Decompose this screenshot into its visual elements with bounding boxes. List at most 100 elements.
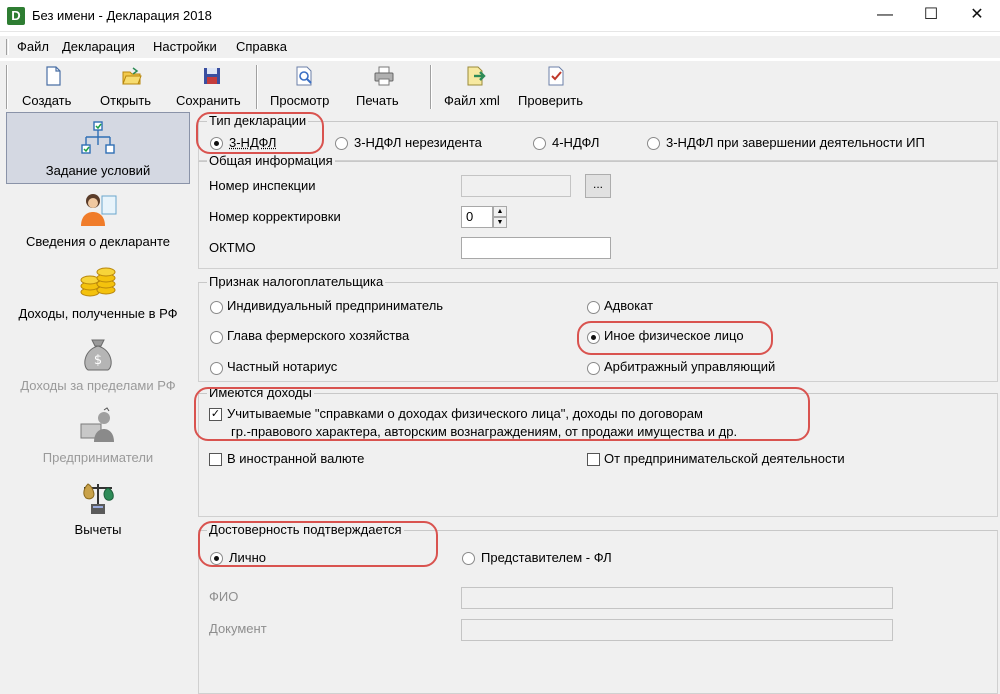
printer-icon <box>374 66 394 86</box>
maximize-button[interactable]: ☐ <box>908 0 954 32</box>
menu-grip <box>6 39 9 55</box>
decl-type-3ndfl-radio[interactable] <box>210 137 223 150</box>
menu-declaration[interactable]: Декларация <box>62 39 135 54</box>
open-label: Открыть <box>100 93 152 108</box>
menu-file[interactable]: Файл <box>17 39 49 54</box>
taxpayer-other-label[interactable]: Иное физическое лицо <box>604 328 744 343</box>
decl-type-nonresident-label[interactable]: 3-НДФЛ нерезидента <box>354 135 482 150</box>
decl-type-4ndfl-label[interactable]: 4-НДФЛ <box>552 135 599 150</box>
decl-type-3ndfl-label[interactable]: 3-НДФЛ <box>229 135 276 150</box>
close-button[interactable]: ✕ <box>954 0 1000 32</box>
sidebar-item-entrepreneurs[interactable]: Предприниматели <box>6 400 190 472</box>
entrepreneur-icon <box>80 407 114 442</box>
document-label: Документ <box>209 621 267 636</box>
correction-label: Номер корректировки <box>209 209 341 224</box>
sidebar-item-income-rf[interactable]: Доходы, полученные в РФ <box>6 256 190 328</box>
general-info-title: Общая информация <box>207 153 335 168</box>
floppy-disk-icon <box>204 68 220 84</box>
window-title: Без имени - Декларация 2018 <box>32 8 212 23</box>
open-button[interactable]: Открыть <box>100 65 164 111</box>
folder-open-icon <box>122 67 142 85</box>
xml-file-button[interactable]: Файл xml <box>444 65 508 111</box>
create-label: Создать <box>22 93 72 108</box>
sidebar-item-deductions[interactable]: Вычеты <box>6 472 190 544</box>
export-xml-icon <box>467 66 486 86</box>
inspection-browse-button[interactable]: ... <box>585 174 611 198</box>
check-button[interactable]: Проверить <box>518 65 594 111</box>
save-button[interactable]: Сохранить <box>176 65 248 111</box>
decl-type-nonresident-radio[interactable] <box>335 137 348 150</box>
business-income-label[interactable]: От предпринимательской деятельности <box>604 451 845 466</box>
correction-input[interactable]: 0 <box>461 206 493 228</box>
inspection-input[interactable] <box>461 175 571 197</box>
income-title: Имеются доходы <box>207 385 314 400</box>
menu-settings[interactable]: Настройки <box>153 39 217 54</box>
coins-icon <box>80 267 116 297</box>
income-group: Имеются доходы ✓ Учитываемые "справками … <box>198 385 998 517</box>
taxpayer-farmer-label[interactable]: Глава фермерского хозяйства <box>227 328 409 343</box>
decl-type-4ndfl-radio[interactable] <box>533 137 546 150</box>
person-icon <box>81 194 117 226</box>
confirm-personally-label[interactable]: Лично <box>229 550 266 565</box>
sidebar-item-label: Доходы, полученные в РФ <box>18 306 178 321</box>
toolbar-grip <box>6 65 8 109</box>
taxpayer-title: Признак налогоплательщика <box>207 274 386 289</box>
confirm-personally-radio[interactable] <box>210 552 223 565</box>
income-main-checkbox[interactable]: ✓ <box>209 408 222 421</box>
taxpayer-arbitration-label[interactable]: Арбитражный управляющий <box>604 359 775 374</box>
confirmation-title: Достоверность подтверждается <box>207 522 404 537</box>
sidebar-item-label: Сведения о декларанте <box>26 234 170 249</box>
tree-icon <box>81 121 115 154</box>
taxpayer-notary-radio[interactable] <box>210 362 223 375</box>
print-button[interactable]: Печать <box>356 65 412 111</box>
toolbar-separator <box>430 65 432 109</box>
foreign-currency-label[interactable]: В иностранной валюте <box>227 451 364 466</box>
verify-icon <box>548 66 564 86</box>
taxpayer-ip-radio[interactable] <box>210 301 223 314</box>
svg-text:$: $ <box>94 353 102 368</box>
confirmation-group: Достоверность подтверждается Лично Предс… <box>198 522 998 694</box>
title-bar: D Без имени - Декларация 2018 — ☐ ✕ <box>0 0 1000 32</box>
decl-type-ip-closing-radio[interactable] <box>647 137 660 150</box>
spin-down-button[interactable]: ▼ <box>493 217 507 228</box>
taxpayer-lawyer-radio[interactable] <box>587 301 600 314</box>
taxpayer-arbitration-radio[interactable] <box>587 362 600 375</box>
oktmo-input[interactable] <box>461 237 611 259</box>
decl-type-ip-closing-label[interactable]: 3-НДФЛ при завершении деятельности ИП <box>666 135 925 150</box>
taxpayer-notary-label[interactable]: Частный нотариус <box>227 359 337 374</box>
preview-icon <box>296 66 312 86</box>
sidebar: Задание условий Сведения о декларанте До… <box>0 110 194 694</box>
taxpayer-group: Признак налогоплательщика Индивидуальный… <box>198 274 998 382</box>
menu-bar: Файл Декларация Настройки Справка <box>0 36 1000 58</box>
spin-up-button[interactable]: ▲ <box>493 206 507 217</box>
preview-label: Просмотр <box>270 93 330 108</box>
sidebar-item-label: Доходы за пределами РФ <box>20 378 176 393</box>
xml-file-label: Файл xml <box>444 93 500 108</box>
income-main-label-line2[interactable]: гр.-правового характера, авторским возна… <box>231 424 737 439</box>
taxpayer-farmer-radio[interactable] <box>210 331 223 344</box>
fio-input[interactable] <box>461 587 893 609</box>
new-file-icon <box>46 66 61 86</box>
menu-help[interactable]: Справка <box>236 39 287 54</box>
business-income-checkbox[interactable] <box>587 453 600 466</box>
decl-type-title: Тип декларации <box>207 113 309 128</box>
foreign-currency-checkbox[interactable] <box>209 453 222 466</box>
sidebar-item-declarant[interactable]: Сведения о декларанте <box>6 184 190 256</box>
preview-button[interactable]: Просмотр <box>270 65 338 111</box>
document-input[interactable] <box>461 619 893 641</box>
taxpayer-other-radio[interactable] <box>587 331 600 344</box>
check-label: Проверить <box>518 93 584 108</box>
sidebar-item-conditions[interactable]: Задание условий <box>6 112 190 184</box>
confirm-representative-label[interactable]: Представителем - ФЛ <box>481 550 612 565</box>
sidebar-item-label: Задание условий <box>45 163 151 178</box>
print-label: Печать <box>356 93 399 108</box>
sidebar-item-income-abroad[interactable]: $ Доходы за пределами РФ <box>6 328 190 400</box>
main-content: Тип декларации 3-НДФЛ 3-НДФЛ нерезидента… <box>194 110 1000 694</box>
create-button[interactable]: Создать <box>22 65 84 111</box>
income-main-label-line1[interactable]: Учитываемые "справками о доходах физичес… <box>227 406 703 421</box>
confirm-representative-radio[interactable] <box>462 552 475 565</box>
taxpayer-ip-label[interactable]: Индивидуальный предприниматель <box>227 298 443 313</box>
taxpayer-lawyer-label[interactable]: Адвокат <box>604 298 653 313</box>
minimize-button[interactable]: — <box>862 0 908 32</box>
fio-label: ФИО <box>209 589 239 604</box>
